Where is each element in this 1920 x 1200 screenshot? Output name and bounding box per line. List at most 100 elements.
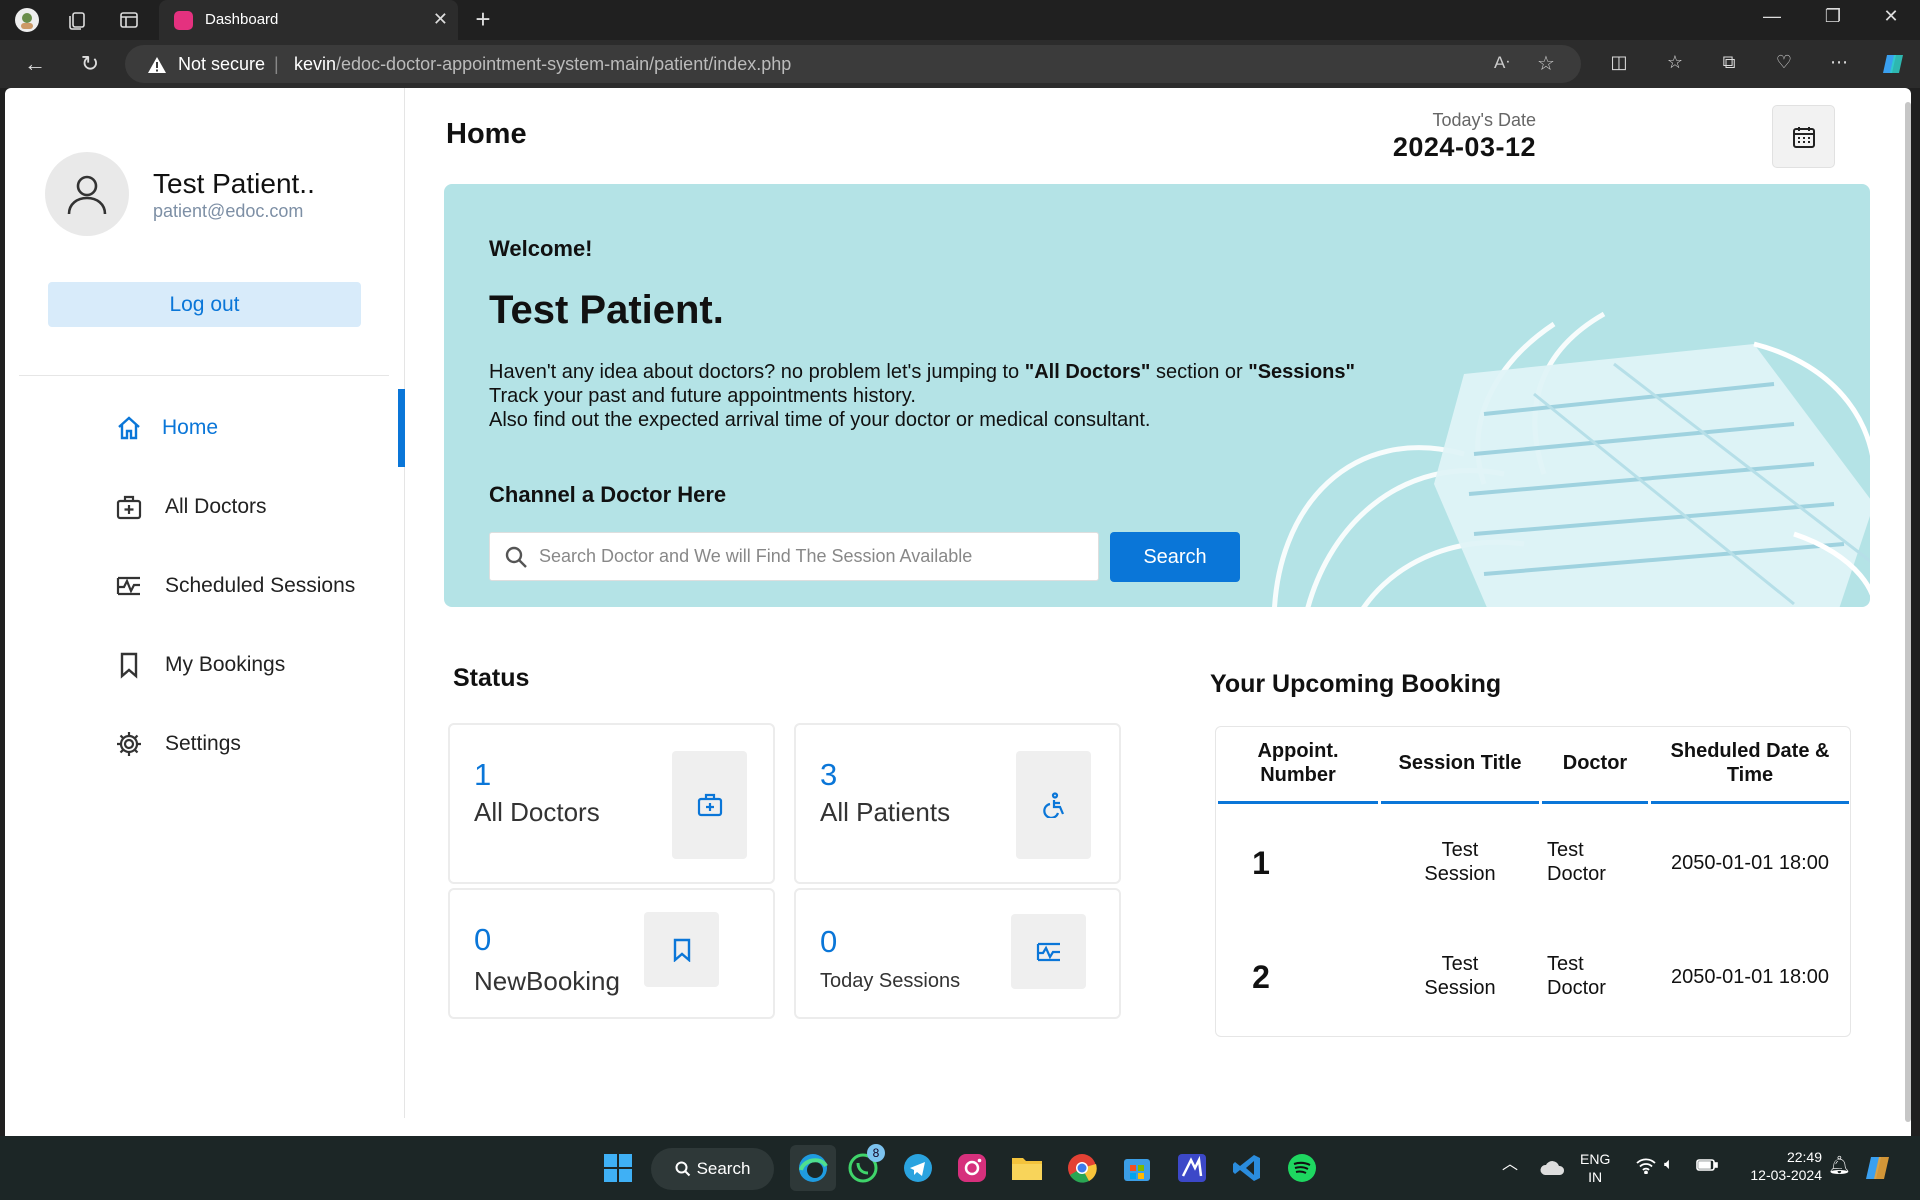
status-card-all-patients[interactable]: 3 All Patients [794,723,1121,884]
close-tab-icon[interactable]: ✕ [433,9,448,30]
clock-date: 12-03-2024 [1750,1167,1822,1183]
split-screen-icon[interactable]: ◫ [1606,52,1632,73]
bookmark-icon [115,651,143,679]
address-bar[interactable]: Not secure | kevin/edoc-doctor-appointme… [125,45,1581,83]
search-button[interactable]: Search [1110,532,1240,582]
doctor-search-field[interactable] [489,532,1099,581]
schedule-icon [115,572,143,600]
sidebar-item-my-bookings[interactable]: My Bookings [5,626,405,704]
wifi-icon[interactable] [1636,1158,1656,1179]
vscode-icon[interactable] [1229,1150,1265,1186]
favorites-icon[interactable]: ☆ [1662,52,1688,73]
windows-taskbar: Search 8 ︿ ENG IN 🔈︎ 22:49 12-03-2024 🔔︎ [0,1136,1920,1200]
card-label: All Doctors [474,797,600,827]
clock-time: 22:49 [1786,1149,1822,1165]
whatsapp-icon[interactable]: 8 [845,1144,885,1186]
restore-icon[interactable]: ❐ [1818,6,1848,27]
copilot-icon[interactable] [1880,52,1906,81]
welcome-banner: Welcome! Test Patient. Haven't any idea … [444,184,1870,607]
tab-dashboard[interactable]: Dashboard ✕ [159,0,458,40]
status-card-all-doctors[interactable]: 1 All Doctors [448,723,775,884]
volume-icon[interactable]: 🔈︎ [1664,1156,1674,1174]
back-icon[interactable]: ← [21,50,49,78]
sidebar-item-scheduled-sessions[interactable]: Scheduled Sessions [5,547,405,625]
row-doctor: Test Doctor [1547,839,1606,885]
profile-avatar-icon[interactable] [13,6,41,34]
whatsapp-badge: 8 [867,1144,885,1162]
url-text[interactable]: kevin/edoc-doctor-appointment-system-mai… [294,54,791,75]
battery-icon[interactable] [1696,1158,1718,1176]
taskbar-search-label: Search [696,1159,751,1178]
sidebar-item-home[interactable]: Home [5,389,405,467]
user-email: patient@edoc.com [153,201,304,221]
status-card-new-booking[interactable]: 0 NewBooking [448,888,775,1019]
col-header-doctor: Doctor [1562,752,1628,774]
chrome-icon[interactable] [1064,1150,1100,1186]
status-card-today-sessions[interactable]: 0 Today Sessions [794,888,1121,1019]
edge-browser-icon[interactable] [795,1150,831,1186]
copilot-taskbar-icon[interactable] [1862,1150,1898,1186]
sidebar-item-label: All Doctors [165,495,267,518]
doctor-search-input[interactable] [539,533,1089,580]
new-tab-icon[interactable]: + [468,4,498,34]
more-menu-icon[interactable]: ⋯ [1826,52,1852,73]
status-heading: Status [453,664,530,692]
desc-text: section or [1150,361,1249,383]
schedule-icon [1011,914,1086,989]
close-window-icon[interactable]: ✕ [1876,6,1906,27]
welcome-heading: Welcome! [489,236,593,261]
face-mask-illustration [1272,311,1870,607]
browser-essentials-icon[interactable]: ♡ [1771,52,1797,73]
notification-bell-icon[interactable]: 🔔︎ [1828,1156,1851,1174]
lang-line-2: IN [1588,1169,1603,1185]
page-scrollbar[interactable] [1905,102,1911,1122]
dev-tool-icon[interactable] [1174,1150,1210,1186]
collections-icon[interactable]: ⧉ [1716,52,1742,73]
card-label: All Patients [820,797,951,827]
sidebar-item-all-doctors[interactable]: All Doctors [5,468,405,546]
sidebar-item-label: Home [162,416,219,439]
minimize-icon[interactable]: — [1757,6,1787,27]
card-label: NewBooking [474,966,620,996]
telegram-icon[interactable] [900,1150,936,1186]
accessible-icon [1016,751,1091,859]
spotify-icon[interactable] [1284,1150,1320,1186]
onedrive-cloud-icon[interactable] [1534,1150,1570,1186]
row-datetime: 2050-01-01 18:00 [1671,966,1829,988]
user-icon [67,175,107,215]
calendar-button[interactable] [1772,105,1835,168]
logout-button[interactable]: Log out [48,282,361,327]
tab-actions-icon[interactable] [115,6,143,34]
favorite-star-icon[interactable]: ☆ [1537,51,1555,76]
card-value: 0 [474,922,492,957]
medical-bag-icon [672,751,747,859]
not-secure-label[interactable]: Not secure [178,54,265,75]
instagram-icon[interactable] [954,1150,990,1186]
banner-description: Haven't any idea about doctors? no probl… [489,360,1355,432]
header-underline [1218,801,1378,804]
file-explorer-icon[interactable] [1009,1150,1045,1186]
language-indicator[interactable]: ENG IN [1580,1150,1610,1186]
desc-bold-sessions: "Sessions" [1248,361,1356,383]
sidebar-item-label: My Bookings [165,653,286,676]
sidebar-item-label: Scheduled Sessions [165,574,356,597]
warning-icon[interactable] [147,56,167,79]
sidebar-item-label: Settings [165,732,241,755]
taskbar-search[interactable]: Search [651,1148,774,1190]
url-host: kevin [294,54,337,74]
clock[interactable]: 22:49 12-03-2024 [1732,1148,1822,1184]
start-windows-icon[interactable] [600,1150,636,1186]
sidebar-item-settings[interactable]: Settings [5,705,405,783]
card-value: 0 [820,924,838,959]
read-aloud-icon[interactable]: Aᐧ [1494,53,1510,73]
microsoft-store-icon[interactable] [1119,1150,1155,1186]
row-number: 2 [1252,959,1270,995]
date-value: 2024-03-12 [1392,132,1536,162]
upcoming-booking-heading: Your Upcoming Booking [1210,670,1502,698]
card-label: Today Sessions [820,970,961,992]
workspaces-icon[interactable] [63,6,91,34]
page-title: Home [446,118,527,150]
calendar-icon [1792,126,1815,148]
tray-overflow-chevron-icon[interactable]: ︿ [1502,1156,1518,1174]
refresh-icon[interactable]: ↻ [76,50,104,78]
